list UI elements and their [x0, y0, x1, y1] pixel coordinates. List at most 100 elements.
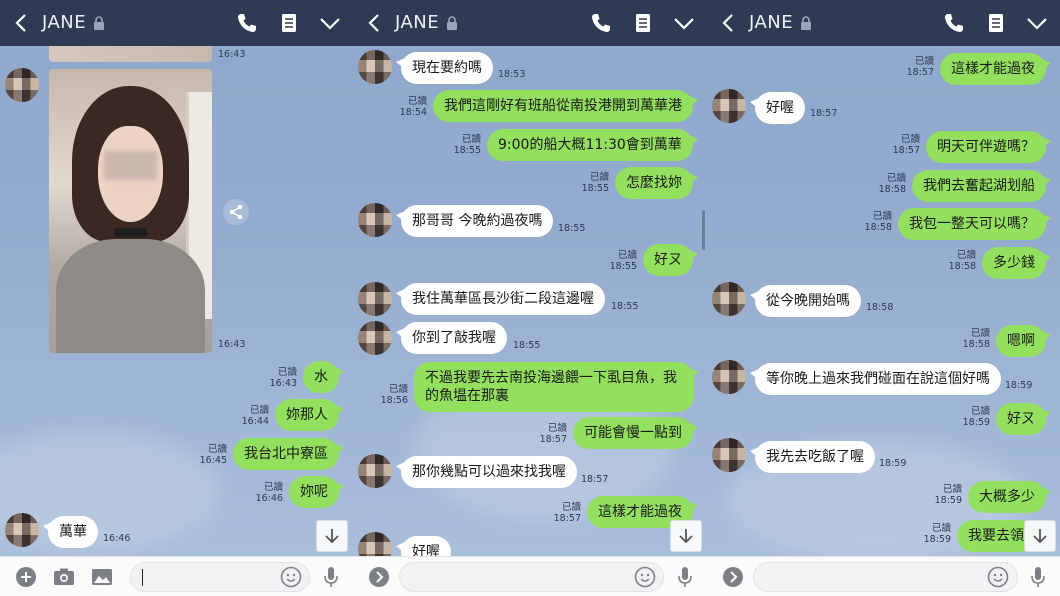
incoming-message[interactable]: 我先去吃飯了喔	[750, 441, 875, 473]
incoming-message[interactable]: 那你幾點可以過來找我喔	[396, 456, 577, 488]
chat-panel-1: 16:43 16:43 已讀 16:43 水 已讀 16:44 妳那人 已讀 16:4…	[0, 0, 353, 596]
read-receipt: 已讀 18:54	[399, 96, 427, 118]
outgoing-message[interactable]: 這樣才能過夜	[940, 53, 1051, 85]
incoming-message[interactable]: 現在要約嗎	[396, 52, 493, 84]
outgoing-message[interactable]: 我們去奮起湖划船	[912, 170, 1051, 202]
outgoing-message[interactable]: 不過我要先去南投海邊餵一下虱目魚，我的魚塭在那裏	[414, 362, 699, 412]
scroll-to-bottom-button[interactable]	[670, 520, 702, 552]
read-receipt: 已讀 18:58	[948, 250, 976, 272]
message-list[interactable]: 已讀 18:57 這樣才能過夜 好喔 18:57 已讀 18:57 明天可伴遊嗎？ …	[707, 46, 1060, 556]
mic-icon[interactable]	[673, 565, 697, 589]
lock-icon	[94, 16, 104, 30]
chat-title[interactable]: JANE	[42, 12, 86, 33]
outgoing-message[interactable]: 大概多少	[968, 481, 1051, 513]
arrow-down-icon	[325, 529, 339, 544]
outgoing-message[interactable]: 多少錢	[982, 247, 1051, 279]
message-time: 18:53	[498, 69, 526, 80]
avatar[interactable]	[5, 513, 39, 547]
incoming-message[interactable]: 我住萬華區長沙街二段這邊喔	[396, 283, 605, 315]
avatar[interactable]	[358, 532, 392, 556]
avatar[interactable]	[358, 282, 392, 316]
outgoing-message[interactable]: 我包一整天可以嗎？	[898, 208, 1051, 240]
notes-icon[interactable]	[277, 11, 301, 35]
avatar[interactable]	[712, 438, 746, 472]
outgoing-message[interactable]: 我們這剛好有班船從南投港開到萬華港	[433, 90, 698, 122]
photo-partial[interactable]	[49, 46, 212, 62]
message-list[interactable]: 16:43 16:43 已讀 16:43 水 已讀 16:44 妳那人 已讀 16:4…	[0, 46, 353, 556]
chevron-down-icon[interactable]	[318, 11, 342, 35]
read-receipt: 已讀 18:58	[878, 173, 906, 195]
message-time: 16:43	[218, 49, 246, 60]
phone-icon[interactable]	[942, 11, 966, 35]
outgoing-message[interactable]: 妳那人	[275, 399, 344, 431]
chat-header: JANE	[707, 0, 1060, 46]
chat-title[interactable]: JANE	[395, 12, 439, 33]
outgoing-message[interactable]: 好ㄡ	[643, 244, 698, 276]
scrollbar[interactable]	[702, 210, 705, 250]
read-receipt: 已讀 18:55	[609, 250, 637, 272]
incoming-message[interactable]: 好喔	[750, 92, 805, 124]
chevron-left-icon[interactable]	[10, 11, 34, 35]
message-input[interactable]	[753, 562, 1018, 592]
notes-icon[interactable]	[984, 11, 1008, 35]
avatar[interactable]	[358, 203, 392, 237]
avatar[interactable]	[358, 50, 392, 84]
share-button[interactable]	[223, 199, 249, 225]
scroll-to-bottom-button[interactable]	[316, 520, 348, 552]
photo-message[interactable]	[49, 69, 212, 353]
emoji-icon[interactable]	[986, 565, 1010, 589]
scroll-to-bottom-button[interactable]	[1024, 520, 1056, 552]
incoming-message[interactable]: 你到了敲我喔	[396, 322, 507, 354]
message-time: 18:57	[810, 108, 838, 119]
avatar[interactable]	[358, 321, 392, 355]
incoming-message[interactable]: 萬華	[43, 516, 98, 548]
incoming-message[interactable]: 好喔	[396, 536, 451, 556]
image-icon[interactable]	[90, 565, 114, 589]
message-input[interactable]	[399, 562, 664, 592]
phone-icon[interactable]	[235, 11, 259, 35]
chevron-left-icon[interactable]	[717, 11, 741, 35]
plus-icon[interactable]	[14, 565, 38, 589]
outgoing-message[interactable]: 怎麼找妳	[615, 167, 698, 199]
outgoing-message[interactable]: 好ㄡ	[996, 403, 1051, 435]
read-receipt: 已讀 16:46	[255, 482, 283, 504]
incoming-message[interactable]: 從今晚開始嗎	[750, 285, 861, 317]
outgoing-message[interactable]: 嗯啊	[996, 325, 1051, 357]
outgoing-message[interactable]: 水	[303, 361, 344, 393]
emoji-icon[interactable]	[279, 565, 303, 589]
input-bar	[353, 556, 707, 596]
chevron-down-icon[interactable]	[1025, 11, 1049, 35]
chevron-left-icon[interactable]	[363, 11, 387, 35]
emoji-icon[interactable]	[633, 565, 657, 589]
chevron-right-icon[interactable]	[367, 565, 391, 589]
outgoing-message[interactable]: 可能會慢一點到	[573, 417, 698, 449]
chat-panel-2: 現在要約嗎 18:53 已讀 18:54 我們這剛好有班船從南投港開到萬華港 已讀…	[353, 0, 707, 596]
read-receipt: 已讀 18:57	[892, 134, 920, 156]
incoming-message[interactable]: 那哥哥 今晚約過夜嗎	[395, 205, 554, 237]
avatar[interactable]	[358, 454, 392, 488]
chevron-down-icon[interactable]	[672, 11, 696, 35]
mic-icon[interactable]	[1026, 565, 1050, 589]
chat-title[interactable]: JANE	[749, 12, 793, 33]
camera-icon[interactable]	[52, 565, 76, 589]
arrow-down-icon	[679, 529, 693, 544]
message-time: 18:59	[1005, 380, 1033, 391]
mic-icon[interactable]	[319, 565, 343, 589]
outgoing-message[interactable]: 我台北中寮區	[233, 438, 344, 470]
notes-icon[interactable]	[631, 11, 655, 35]
avatar[interactable]	[712, 282, 746, 316]
message-list[interactable]: 現在要約嗎 18:53 已讀 18:54 我們這剛好有班船從南投港開到萬華港 已讀…	[353, 46, 707, 556]
outgoing-message[interactable]: 9:00的船大概11:30會到萬華	[487, 129, 698, 161]
avatar[interactable]	[712, 360, 746, 394]
avatar[interactable]	[5, 68, 39, 102]
outgoing-message[interactable]: 明天可伴遊嗎？	[926, 131, 1051, 163]
chevron-right-icon[interactable]	[721, 565, 745, 589]
outgoing-message[interactable]: 妳呢	[289, 476, 344, 508]
lock-icon	[801, 16, 811, 30]
incoming-message[interactable]: 等你晚上過來我們碰面在說這個好嗎	[750, 363, 1001, 395]
phone-icon[interactable]	[589, 11, 613, 35]
read-receipt: 已讀 18:58	[962, 328, 990, 350]
share-icon	[229, 204, 243, 220]
avatar[interactable]	[712, 89, 746, 123]
read-receipt: 已讀 16:43	[269, 367, 297, 389]
